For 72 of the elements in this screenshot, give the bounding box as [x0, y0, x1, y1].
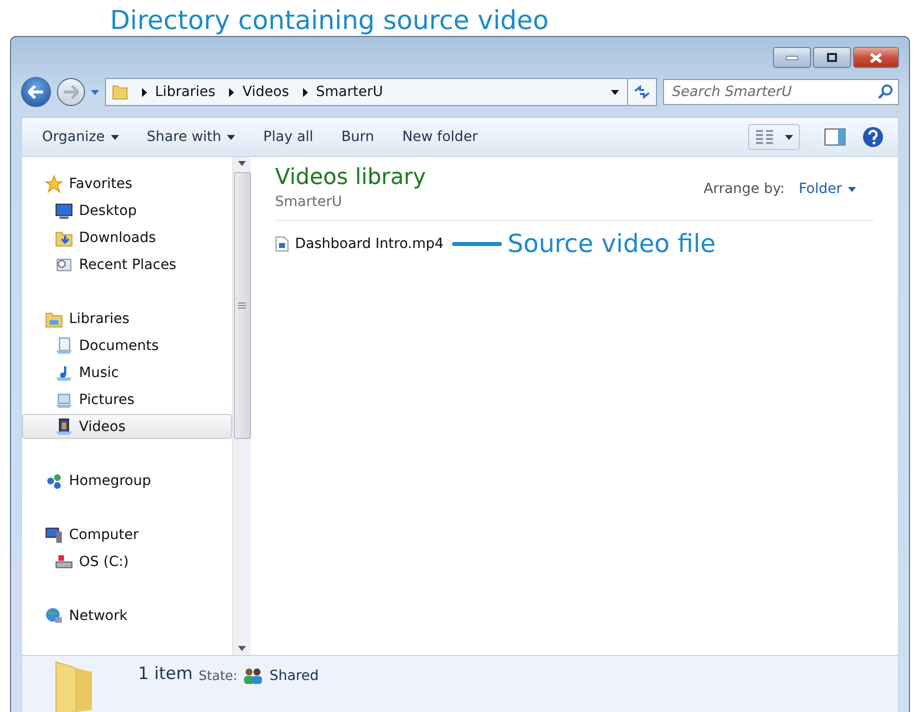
- annotation-label: Source video file: [508, 229, 716, 258]
- chevron-right-icon: [142, 88, 147, 96]
- nav-item[interactable]: Documents: [22, 333, 232, 358]
- nav-item[interactable]: Music: [22, 360, 232, 385]
- nav-item[interactable]: Pictures: [22, 387, 232, 412]
- folder-icon: [112, 84, 128, 100]
- close-icon: [870, 52, 882, 62]
- minimize-button[interactable]: [773, 47, 811, 68]
- film-icon: [55, 418, 73, 436]
- minimize-icon: [786, 56, 798, 60]
- nav-item[interactable]: Libraries: [22, 306, 232, 331]
- caret-icon: [238, 161, 246, 166]
- toolbar-button[interactable]: Share with: [136, 125, 246, 149]
- details-view-icon: [755, 129, 775, 145]
- globe-icon: [45, 606, 63, 624]
- caret-icon: [238, 646, 246, 651]
- grip-icon: [238, 302, 246, 309]
- nav-item[interactable]: OS (C:): [22, 549, 232, 574]
- help-icon[interactable]: [862, 126, 884, 148]
- toolbar-button[interactable]: New folder: [392, 125, 488, 149]
- maximize-icon: [827, 53, 837, 62]
- star-icon: [45, 174, 63, 192]
- chevron-right-icon: [229, 88, 234, 96]
- breadcrumb-item[interactable]: SmarterU: [316, 84, 383, 100]
- close-button[interactable]: [853, 47, 899, 68]
- scrollbar[interactable]: [232, 157, 251, 655]
- state-value: Shared: [269, 668, 319, 684]
- file-name[interactable]: Dashboard Intro.mp4: [295, 236, 444, 252]
- nav-item[interactable]: Recent Places: [22, 252, 232, 277]
- state-label: State:: [198, 668, 238, 684]
- view-options-button[interactable]: [748, 124, 800, 150]
- toolbar-button[interactable]: Organize: [32, 125, 129, 149]
- library-subtitle: SmarterU: [275, 194, 343, 210]
- refresh-icon[interactable]: [634, 85, 650, 99]
- nav-item[interactable]: Computer: [22, 522, 232, 547]
- back-button[interactable]: [21, 77, 51, 107]
- forward-button[interactable]: [57, 78, 85, 106]
- annotation-label: Directory containing source video: [110, 6, 549, 36]
- item-count: 1 item: [138, 664, 193, 684]
- scroll-thumb[interactable]: [234, 172, 250, 439]
- breadcrumb-item[interactable]: Libraries: [155, 84, 216, 100]
- caret-icon: [848, 186, 856, 192]
- arrow-left-icon: [28, 85, 44, 99]
- video-file-icon: [275, 236, 289, 252]
- library-title: Videos library: [275, 165, 426, 190]
- search-icon: [877, 84, 893, 100]
- monitor-icon: [55, 202, 73, 220]
- arrow-right-icon: [63, 85, 79, 99]
- caret-icon: [91, 90, 99, 94]
- nav-item[interactable]: Network: [22, 603, 232, 628]
- users-icon: [243, 667, 264, 685]
- nav-item[interactable]: Homegroup: [22, 468, 232, 493]
- caret-icon: [611, 90, 619, 94]
- toolbar-button[interactable]: Burn: [331, 125, 384, 149]
- breadcrumb-item[interactable]: Videos: [242, 84, 289, 100]
- document-icon: [55, 336, 73, 354]
- music-note-icon: [55, 364, 73, 382]
- caret-icon: [785, 134, 793, 140]
- arrange-dropdown[interactable]: Folder: [798, 181, 856, 197]
- maximize-button[interactable]: [813, 47, 851, 68]
- toolbar-button[interactable]: Play all: [253, 125, 324, 149]
- preview-pane-icon[interactable]: [824, 128, 846, 146]
- search-field[interactable]: Search SmarterU: [663, 79, 899, 105]
- arrange-label: Arrange by:: [704, 181, 785, 197]
- chevron-right-icon: [303, 88, 308, 96]
- computer-icon: [45, 526, 63, 544]
- address-bar[interactable]: Libraries Videos SmarterU: [105, 78, 657, 106]
- nav-item[interactable]: Videos: [22, 414, 232, 439]
- nav-item[interactable]: Desktop: [22, 198, 232, 223]
- nav-item[interactable]: Downloads: [22, 225, 232, 250]
- nav-item[interactable]: Favorites: [22, 171, 232, 196]
- drive-icon: [55, 552, 73, 570]
